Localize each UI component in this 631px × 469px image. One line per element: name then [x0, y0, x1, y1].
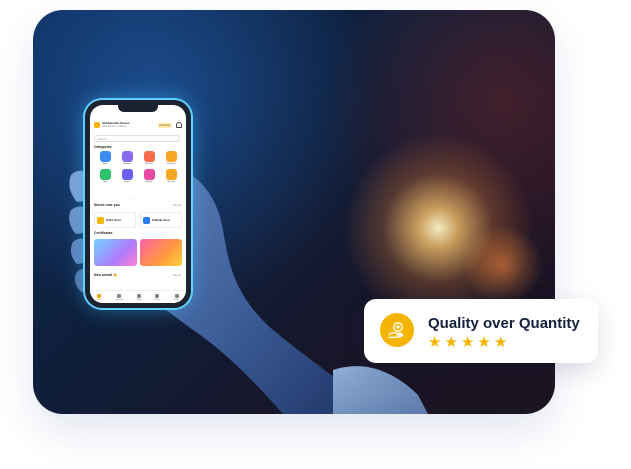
category-icon: [143, 151, 155, 162]
stores-title: Stores near you: [94, 203, 120, 207]
category-label: Women: [123, 163, 131, 165]
new-arrival-title: New arrival 🔥: [94, 273, 117, 277]
nav-home[interactable]: Home: [96, 293, 102, 301]
store-card-name: EI Marke Store: [152, 218, 171, 222]
category-item[interactable]: Mobile: [138, 169, 160, 183]
store-list: EI Nur Store EI Marke Store: [94, 212, 182, 228]
star-icon: ★: [444, 334, 458, 351]
category-icon: [121, 169, 133, 180]
nav-orders[interactable]: Orders: [154, 293, 161, 301]
category-item[interactable]: Men: [94, 151, 116, 165]
bottom-nav: Home Favourite Shop Orders Profile: [90, 290, 186, 303]
category-item[interactable]: Women: [116, 151, 138, 165]
category-icon: [99, 151, 111, 162]
new-arrival-label: New arrival: [94, 273, 113, 277]
nav-favourite[interactable]: Favourite: [115, 293, 124, 301]
category-icon: [165, 169, 177, 180]
home-icon: [97, 293, 102, 298]
hand-holding-badge-icon: [380, 313, 414, 347]
certificates-title: Certificates: [94, 231, 113, 235]
store-card[interactable]: EI Nur Store: [94, 212, 136, 228]
category-item[interactable]: Footwear: [160, 151, 182, 165]
category-item[interactable]: Beauty: [160, 169, 182, 183]
category-grid: Men Women Watches Footwear Toys Bags Mob…: [94, 151, 182, 183]
category-icon: [143, 169, 155, 180]
category-label: Bags: [124, 181, 130, 183]
bell-icon[interactable]: [176, 122, 182, 128]
orders-icon: [155, 293, 160, 298]
star-rating: ★ ★ ★ ★ ★: [428, 335, 507, 350]
fire-icon: 🔥: [113, 273, 118, 277]
star-icon: ★: [460, 334, 475, 351]
category-label: Mobile: [145, 181, 153, 183]
store-card[interactable]: EI Marke Store: [140, 212, 182, 228]
carousel-dots: • • •: [130, 196, 140, 200]
certificate-banner[interactable]: [139, 239, 182, 266]
category-item[interactable]: Bags: [116, 169, 138, 183]
nav-shop[interactable]: Shop: [136, 293, 142, 301]
card-title: Quality over Quantity: [428, 315, 580, 332]
phone-notch: [118, 105, 158, 112]
stores-view-all-link[interactable]: View all: [173, 204, 181, 207]
star-icon: ★: [493, 334, 508, 351]
nav-label: Home: [96, 298, 102, 301]
store-location: Main Market, Ludhiana: [102, 125, 127, 129]
category-label: Toys: [102, 181, 108, 183]
nav-label: Profile: [173, 298, 180, 301]
star-icon: ★: [477, 334, 491, 351]
heart-icon: [117, 293, 122, 298]
nav-profile[interactable]: Profile: [173, 293, 180, 301]
category-item[interactable]: Toys: [94, 169, 116, 183]
category-icon: [121, 151, 133, 162]
nav-label: Favourite: [115, 298, 124, 301]
category-icon: [99, 169, 111, 180]
nav-label: Orders: [154, 298, 161, 301]
category-label: Beauty: [167, 181, 175, 183]
nav-label: Shop: [136, 298, 142, 301]
smartphone: Abhinandan Stores Main Market, Ludhiana …: [85, 100, 191, 308]
store-logo-icon: [97, 216, 104, 224]
quality-card: Quality over Quantity ★ ★ ★ ★ ★: [364, 299, 598, 363]
category-label: Men: [102, 163, 108, 165]
new-arrival-view-all-link[interactable]: View all: [173, 274, 181, 277]
certificate-banner[interactable]: [94, 239, 137, 266]
phone-screen: Abhinandan Stores Main Market, Ludhiana …: [90, 105, 186, 303]
shop-icon: [136, 293, 141, 298]
store-logo-icon: [143, 216, 150, 224]
search-input[interactable]: Search...: [94, 135, 180, 142]
category-label: Watches: [144, 163, 154, 165]
category-icon: [165, 151, 177, 162]
category-item[interactable]: Watches: [138, 151, 160, 165]
app-header: Abhinandan Stores Main Market, Ludhiana …: [94, 118, 182, 132]
store-logo-icon: [94, 122, 100, 128]
categories-title: Categories: [94, 145, 112, 149]
star-icon: ★: [428, 334, 442, 351]
certificate-carousel: [94, 239, 182, 266]
category-label: Footwear: [166, 163, 176, 165]
profile-icon: [174, 293, 179, 298]
edit-store-badge[interactable]: Edit Store: [157, 122, 172, 128]
store-card-name: EI Nur Store: [106, 218, 121, 222]
